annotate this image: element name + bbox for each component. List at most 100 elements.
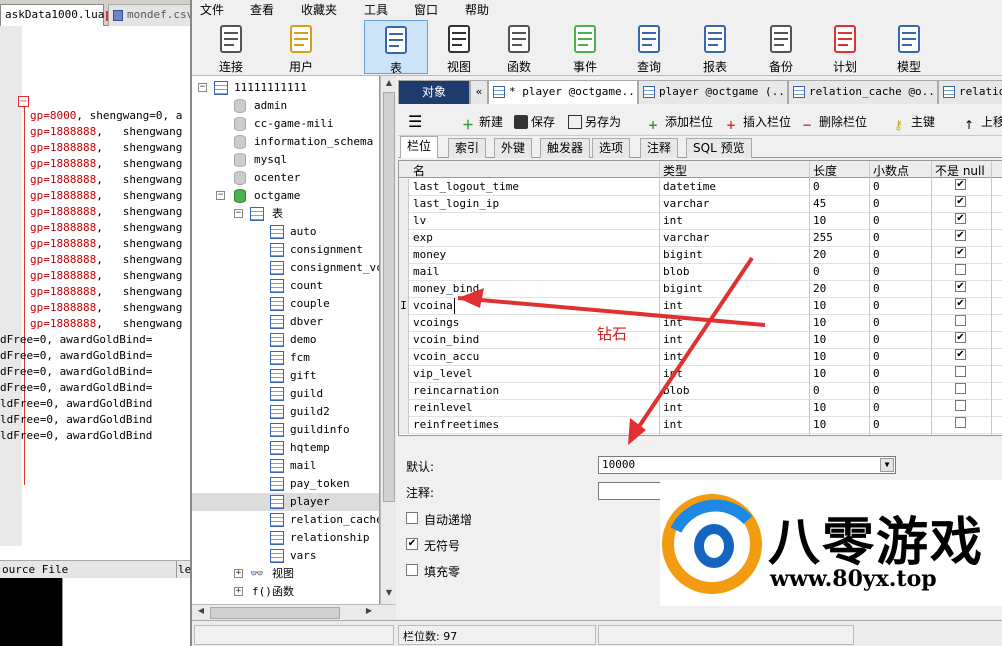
row-indicator[interactable]	[399, 264, 409, 281]
code-line[interactable]: gp=1888888, shengwang	[30, 252, 182, 268]
cell-type[interactable]: int	[663, 417, 683, 433]
tab-player[interactable]: player @octgame (...	[638, 80, 788, 104]
menu-help[interactable]: 帮助	[465, 1, 489, 18]
not-null-checkbox[interactable]	[955, 383, 966, 394]
hamburger-menu-icon[interactable]: ☰	[408, 112, 422, 132]
editor-tab-inactive[interactable]: mondef.csv	[108, 4, 190, 26]
not-null-checkbox[interactable]	[955, 400, 966, 411]
cell-type[interactable]: blob	[663, 264, 690, 280]
row-indicator[interactable]	[399, 247, 409, 264]
table-row[interactable]: mail blob 0 0	[399, 264, 1002, 281]
code-line[interactable]: gp=1888888, shengwang	[30, 156, 182, 172]
cell-name[interactable]: money_bind	[413, 281, 479, 297]
row-indicator[interactable]	[399, 349, 409, 366]
code-line[interactable]: gp=1888888, shengwang	[30, 188, 182, 204]
not-null-checkbox[interactable]	[955, 315, 966, 326]
cell-dec[interactable]: 0	[873, 247, 880, 263]
cell-len[interactable]: 0	[813, 383, 820, 399]
code-line[interactable]: dFree=0, awardGoldBind=	[0, 348, 182, 364]
cell-name[interactable]: vcoings	[413, 315, 459, 331]
cell-len[interactable]: 10	[813, 400, 826, 416]
cell-type[interactable]: int	[663, 298, 683, 314]
cell-len[interactable]: 10	[813, 417, 826, 433]
tab-player-design[interactable]: * player @octgame...	[488, 80, 638, 104]
not-null-checkbox[interactable]: ✔	[955, 247, 966, 258]
primary-key-button[interactable]: ⚷ 主键	[894, 112, 935, 132]
cell-dec[interactable]: 0	[873, 196, 880, 212]
tree-horizontal-scrollbar[interactable]: ◀ ▶	[192, 604, 396, 620]
table-row[interactable]: money bigint 20 0 ✔	[399, 247, 1002, 264]
tab-objects[interactable]: 对象	[398, 80, 470, 104]
tree-table-item[interactable]: demo	[192, 331, 379, 349]
toolbar-backup-button[interactable]: 备份	[754, 20, 808, 74]
cell-type[interactable]: int	[663, 349, 683, 365]
toolbar-model-button[interactable]: 模型	[882, 20, 936, 74]
fold-toggle-icon[interactable]: −	[18, 96, 29, 107]
editor-tab-active[interactable]: askData1000.lua×	[0, 4, 117, 26]
table-row[interactable]: last_login_ip varchar 45 0 ✔	[399, 196, 1002, 213]
cell-dec[interactable]: 0	[873, 417, 880, 433]
row-indicator[interactable]	[399, 383, 409, 400]
cell-name[interactable]: reincarnation	[413, 383, 499, 399]
menu-window[interactable]: 窗口	[414, 1, 438, 18]
insert-field-button[interactable]: + 插入栏位	[726, 112, 791, 132]
row-indicator[interactable]	[399, 400, 409, 417]
scroll-left-icon[interactable]: ◀	[194, 606, 208, 620]
toolbar-table-button[interactable]: 表	[364, 20, 428, 75]
row-indicator[interactable]	[399, 179, 409, 196]
tree-table-item[interactable]: pay_token	[192, 475, 379, 493]
column-header-name[interactable]: 名	[413, 162, 425, 179]
tab-comment[interactable]: 注释	[640, 138, 679, 158]
tree-table-item[interactable]: guild	[192, 385, 379, 403]
row-indicator[interactable]	[399, 366, 409, 383]
new-button[interactable]: ＋ 新建	[462, 112, 503, 132]
code-line[interactable]: gp=1888888, shengwang	[30, 204, 182, 220]
table-row[interactable]: exp varchar 255 0 ✔	[399, 230, 1002, 247]
cell-name[interactable]: money	[413, 247, 446, 263]
cell-len[interactable]: 10	[813, 366, 826, 382]
tree-database-open[interactable]: − octgame	[192, 187, 379, 205]
code-line[interactable]: ldFree=0, awardGoldBind	[0, 428, 182, 444]
tree-database[interactable]: cc-game-mili	[192, 115, 379, 133]
expand-icon[interactable]: +	[234, 587, 243, 596]
code-line[interactable]: gp=1888888, shengwang	[30, 236, 182, 252]
cell-name[interactable]: last_logout_time	[413, 179, 519, 195]
cell-len[interactable]: 20	[813, 281, 826, 297]
code-line[interactable]: dFree=0, awardGoldBind=	[0, 332, 182, 348]
scroll-thumb[interactable]	[383, 92, 395, 502]
cell-name[interactable]: last_login_ip	[413, 196, 499, 212]
cell-len[interactable]: 10	[813, 315, 826, 331]
cell-name[interactable]: reinfreetimes	[413, 417, 499, 433]
cell-type[interactable]: blob	[663, 383, 690, 399]
tree-database[interactable]: mysql	[192, 151, 379, 169]
tree-table-item[interactable]: player	[192, 493, 379, 511]
zerofill-checkbox[interactable]	[406, 564, 418, 576]
cell-name[interactable]: exp	[413, 230, 433, 246]
cell-type[interactable]: int	[663, 366, 683, 382]
cell-name[interactable]: vcoina	[413, 298, 455, 314]
row-indicator[interactable]	[399, 281, 409, 298]
tree-table-item[interactable]: guildinfo	[192, 421, 379, 439]
tree-tables-folder[interactable]: − 表	[192, 205, 379, 223]
column-header-decimals[interactable]: 小数点	[873, 162, 909, 179]
code-line[interactable]: dFree=0, awardGoldBind=	[0, 380, 182, 396]
tree-table-item[interactable]: gift	[192, 367, 379, 385]
cell-type[interactable]: varchar	[663, 230, 709, 246]
scroll-thumb[interactable]	[210, 607, 340, 619]
chevron-down-icon[interactable]: ▼	[880, 458, 894, 472]
cell-dec[interactable]: 0	[873, 349, 880, 365]
tree-table-item[interactable]: relationship	[192, 529, 379, 547]
not-null-checkbox[interactable]: ✔	[955, 230, 966, 241]
toolbar-event-button[interactable]: 事件	[558, 20, 612, 74]
collapse-icon[interactable]: −	[216, 191, 225, 200]
cell-name[interactable]: mail	[413, 264, 440, 280]
cell-type[interactable]: bigint	[663, 281, 703, 297]
tree-table-item[interactable]: mail	[192, 457, 379, 475]
cell-type[interactable]: varchar	[663, 196, 709, 212]
tree-table-item[interactable]: vars	[192, 547, 379, 565]
cell-type[interactable]: int	[663, 332, 683, 348]
tree-connection[interactable]: − 11111111111	[192, 79, 379, 97]
cell-dec[interactable]: 0	[873, 213, 880, 229]
tab-relation-cache[interactable]: relation_cache @o...	[788, 80, 938, 104]
tree-database[interactable]: admin	[192, 97, 379, 115]
